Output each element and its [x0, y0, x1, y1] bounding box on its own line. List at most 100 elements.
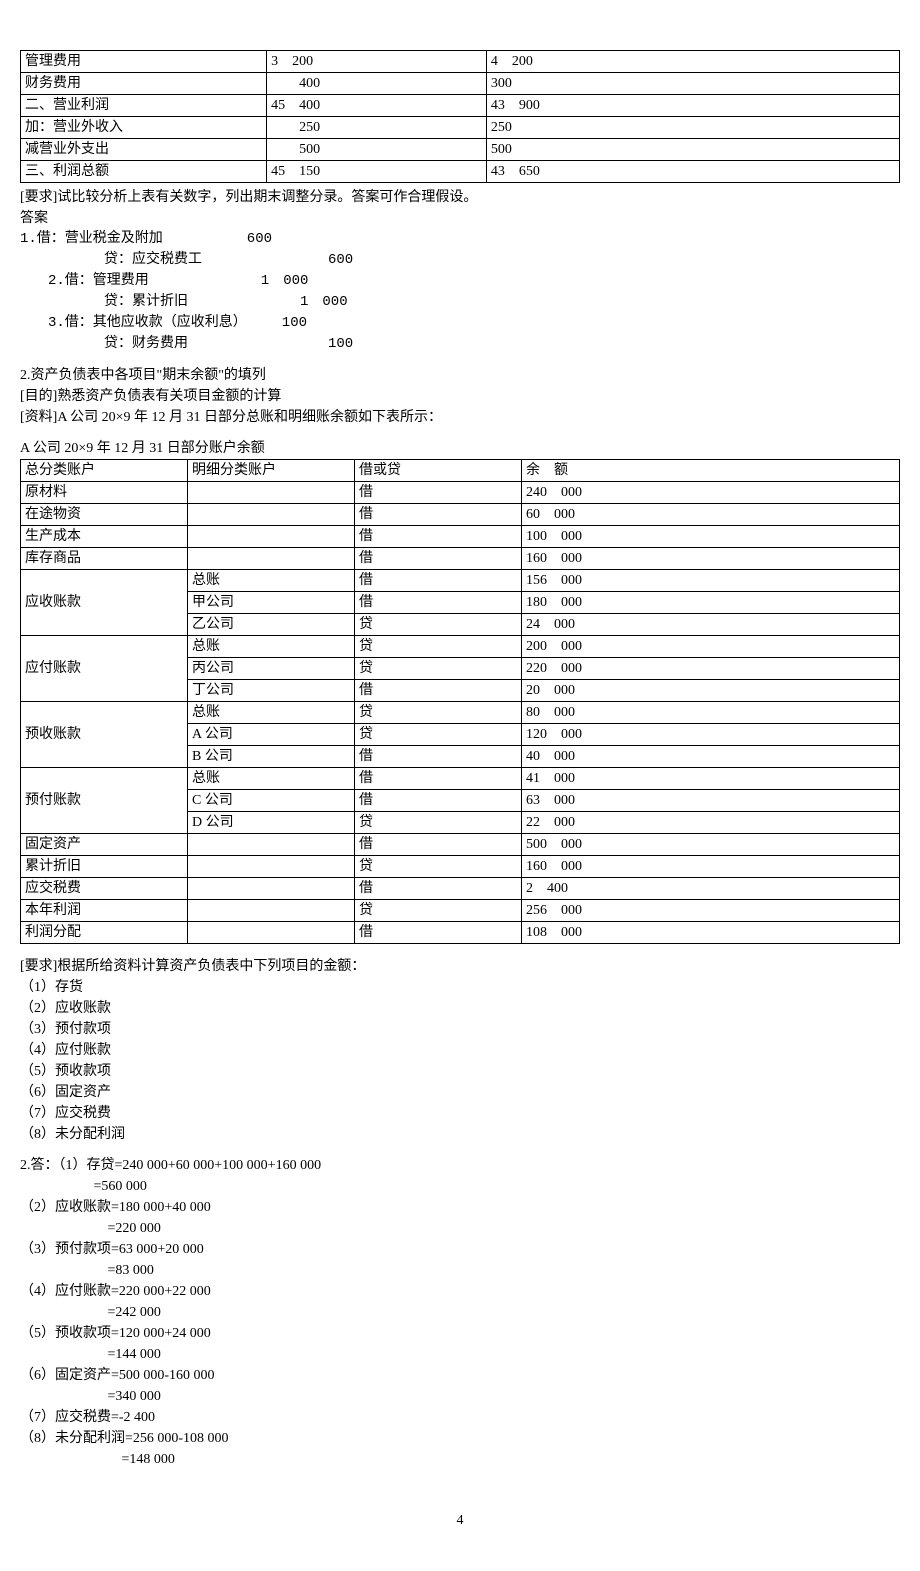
cell-detail [188, 482, 355, 504]
section2-purpose: [目的]熟悉资产负债表有关项目金额的计算 [20, 386, 900, 407]
cell-detail: B 公司 [188, 746, 355, 768]
cell-value: 400 [267, 73, 487, 95]
cell-amount: 100 000 [522, 526, 900, 548]
cell-label: 加：营业外收入 [21, 117, 267, 139]
cell-value: 500 [486, 139, 899, 161]
requirement-item: （4）应付账款 [20, 1040, 900, 1061]
cell-label: 二、营业利润 [21, 95, 267, 117]
cell-value: 3 200 [267, 51, 487, 73]
answer-line: （7）应交税费=-2 400 [20, 1407, 900, 1428]
cell-amount: 500 000 [522, 834, 900, 856]
cell-detail [188, 548, 355, 570]
requirement-item: （1）存货 [20, 977, 900, 998]
cell-detail: 总账 [188, 702, 355, 724]
section2-intro: 2.资产负债表中各项目"期末余额"的填列 [目的]熟悉资产负债表有关项目金额的计… [20, 365, 900, 428]
cell-drcr: 借 [355, 790, 522, 812]
cell-amount: 200 000 [522, 636, 900, 658]
table-row: 原材料借240 000 [21, 482, 900, 504]
cell-detail: C 公司 [188, 790, 355, 812]
cell-drcr: 借 [355, 526, 522, 548]
cell-amount: 63 000 [522, 790, 900, 812]
cell-amount: 240 000 [522, 482, 900, 504]
cell-amount: 41 000 [522, 768, 900, 790]
answer-line: =340 000 [20, 1386, 900, 1407]
answer-line: （3）预付款项=63 000+20 000 [20, 1239, 900, 1260]
cell-account: 本年利润 [21, 900, 188, 922]
cell-drcr: 借 [355, 746, 522, 768]
cell-amount: 220 000 [522, 658, 900, 680]
cell-amount: 160 000 [522, 856, 900, 878]
cell-amount: 20 000 [522, 680, 900, 702]
cell-amount: 256 000 [522, 900, 900, 922]
table-row: 预收账款总账贷80 000 [21, 702, 900, 724]
cell-drcr: 贷 [355, 702, 522, 724]
cell-drcr: 贷 [355, 636, 522, 658]
cell-amount: 156 000 [522, 570, 900, 592]
requirement-item: （6）固定资产 [20, 1082, 900, 1103]
cell-amount: 180 000 [522, 592, 900, 614]
cell-account: 生产成本 [21, 526, 188, 548]
cell-drcr: 借 [355, 570, 522, 592]
cell-detail: A 公司 [188, 724, 355, 746]
cell-detail: 总账 [188, 570, 355, 592]
answer-line: =560 000 [20, 1176, 900, 1197]
answer-line: =83 000 [20, 1260, 900, 1281]
answer-line: =144 000 [20, 1344, 900, 1365]
cell-account: 利润分配 [21, 922, 188, 944]
page-number: 4 [20, 1510, 900, 1531]
cell-drcr: 借 [355, 878, 522, 900]
cell-detail [188, 834, 355, 856]
cell-value: 43 900 [486, 95, 899, 117]
cell-value: 43 650 [486, 161, 899, 183]
cell-drcr: 贷 [355, 724, 522, 746]
cell-drcr: 借 [355, 680, 522, 702]
cell-label: 减营业外支出 [21, 139, 267, 161]
cell-account: 固定资产 [21, 834, 188, 856]
cell-detail: 总账 [188, 768, 355, 790]
requirement-item: （7）应交税费 [20, 1103, 900, 1124]
answer-label: 答案 [20, 208, 900, 229]
journal-entry-line: 贷：财务费用 100 [20, 334, 900, 355]
cell-value: 4 200 [486, 51, 899, 73]
requirements2-section: [要求]根据所给资料计算资产负债表中下列项目的金额： （1）存货（2）应收账款（… [20, 956, 900, 1145]
table2-title: A 公司 20×9 年 12 月 31 日部分账户余额 [20, 438, 900, 459]
cell-account: 累计折旧 [21, 856, 188, 878]
table-row: 本年利润贷256 000 [21, 900, 900, 922]
table-row: 三、利润总额45 15043 650 [21, 161, 900, 183]
table-row: 管理费用3 2004 200 [21, 51, 900, 73]
table-row: 加：营业外收入 250250 [21, 117, 900, 139]
cell-value: 45 400 [267, 95, 487, 117]
cell-value: 500 [267, 139, 487, 161]
table-row: 应收账款总账借156 000 [21, 570, 900, 592]
cell-account: 应付账款 [21, 636, 188, 702]
cell-amount: 2 400 [522, 878, 900, 900]
answer-line: （4）应付账款=220 000+22 000 [20, 1281, 900, 1302]
cell-detail: 甲公司 [188, 592, 355, 614]
answer-line: =148 000 [20, 1449, 900, 1470]
cell-account: 应收账款 [21, 570, 188, 636]
table-row: 利润分配借108 000 [21, 922, 900, 944]
balance-table: 总分类账户明细分类账户借或贷余 额原材料借240 000在途物资借60 000生… [20, 459, 900, 944]
cell-detail: 丙公司 [188, 658, 355, 680]
table-row: 在途物资借60 000 [21, 504, 900, 526]
cell-drcr: 借 [355, 504, 522, 526]
cell-amount: 22 000 [522, 812, 900, 834]
table-row: 生产成本 借100 000 [21, 526, 900, 548]
table-header-cell: 借或贷 [355, 460, 522, 482]
cell-detail: D 公司 [188, 812, 355, 834]
cell-drcr: 借 [355, 592, 522, 614]
cell-drcr: 借 [355, 834, 522, 856]
page-content: 管理费用3 2004 200财务费用 400300二、营业利润45 40043 … [20, 50, 900, 1531]
table-header-cell: 明细分类账户 [188, 460, 355, 482]
journal-entry-line: 2.借：管理费用 1 000 [20, 271, 900, 292]
answer-line: （8）未分配利润=256 000-108 000 [20, 1428, 900, 1449]
cell-detail [188, 900, 355, 922]
requirement-item: （5）预收款项 [20, 1061, 900, 1082]
table-row: 减营业外支出 500500 [21, 139, 900, 161]
section2-title: 2.资产负债表中各项目"期末余额"的填列 [20, 365, 900, 386]
cell-detail: 乙公司 [188, 614, 355, 636]
cell-drcr: 贷 [355, 856, 522, 878]
cell-amount: 60 000 [522, 504, 900, 526]
cell-account: 预收账款 [21, 702, 188, 768]
cell-detail: 丁公司 [188, 680, 355, 702]
